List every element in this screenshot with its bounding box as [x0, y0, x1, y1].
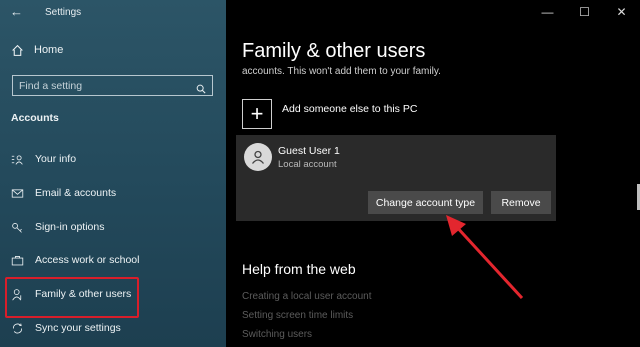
help-link[interactable]: Switching users [242, 329, 312, 340]
sidebar-item-access-work-school[interactable]: Access work or school [10, 253, 139, 267]
minimize-button[interactable]: — [529, 0, 566, 24]
help-link[interactable]: Creating a local user account [242, 291, 372, 302]
selection-highlight-box [5, 277, 139, 318]
section-title: Accounts [11, 112, 59, 124]
person-icon [251, 150, 265, 164]
add-user-label[interactable]: Add someone else to this PC [282, 99, 417, 115]
user-name: Guest User 1 [278, 145, 340, 157]
sidebar-item-label: Your info [35, 153, 77, 165]
window-controls: — ☐ ✕ [529, 0, 640, 26]
avatar [244, 143, 272, 171]
help-link[interactable]: Setting screen time limits [242, 310, 353, 321]
back-arrow-icon[interactable]: ← [10, 4, 23, 19]
user-card[interactable]: Guest User 1 Local account Change accoun… [236, 135, 556, 221]
key-icon [10, 220, 24, 234]
add-user-row[interactable]: + Add someone else to this PC [242, 99, 417, 129]
user-account-type: Local account [278, 159, 337, 170]
sidebar-item-home[interactable]: Home [10, 43, 63, 57]
help-section-title: Help from the web [242, 261, 356, 277]
sidebar-item-sync-settings[interactable]: Sync your settings [10, 321, 121, 335]
mail-icon [10, 186, 24, 200]
search-icon[interactable] [196, 81, 206, 94]
title-bar: ← Settings [0, 0, 226, 26]
main-content: — ☐ ✕ Family & other users accounts. Thi… [226, 0, 640, 347]
sidebar: ← Settings Home Accounts Your info Email… [0, 0, 226, 347]
maximize-button[interactable]: ☐ [566, 0, 603, 24]
sidebar-item-label: Sync your settings [35, 322, 121, 334]
plus-icon[interactable]: + [242, 99, 272, 129]
briefcase-icon [10, 253, 24, 267]
sidebar-item-label: Sign-in options [35, 221, 105, 233]
sidebar-item-label: Access work or school [35, 254, 140, 266]
sidebar-item-label: Email & accounts [35, 187, 117, 199]
sidebar-item-email-accounts[interactable]: Email & accounts [10, 186, 116, 200]
annotation-arrow-icon [446, 215, 524, 300]
home-label: Home [34, 44, 64, 56]
sidebar-item-sign-in-options[interactable]: Sign-in options [10, 220, 104, 234]
close-button[interactable]: ✕ [603, 0, 640, 24]
sidebar-item-your-info[interactable]: Your info [10, 152, 76, 166]
person-card-icon [10, 152, 24, 166]
search-input[interactable] [19, 79, 196, 92]
description-text: accounts. This won't add them to your fa… [242, 66, 441, 77]
home-icon [10, 43, 24, 57]
sync-icon [10, 321, 24, 335]
app-title: Settings [45, 7, 82, 18]
search-box[interactable] [12, 75, 213, 96]
page-title: Family & other users [242, 40, 426, 62]
